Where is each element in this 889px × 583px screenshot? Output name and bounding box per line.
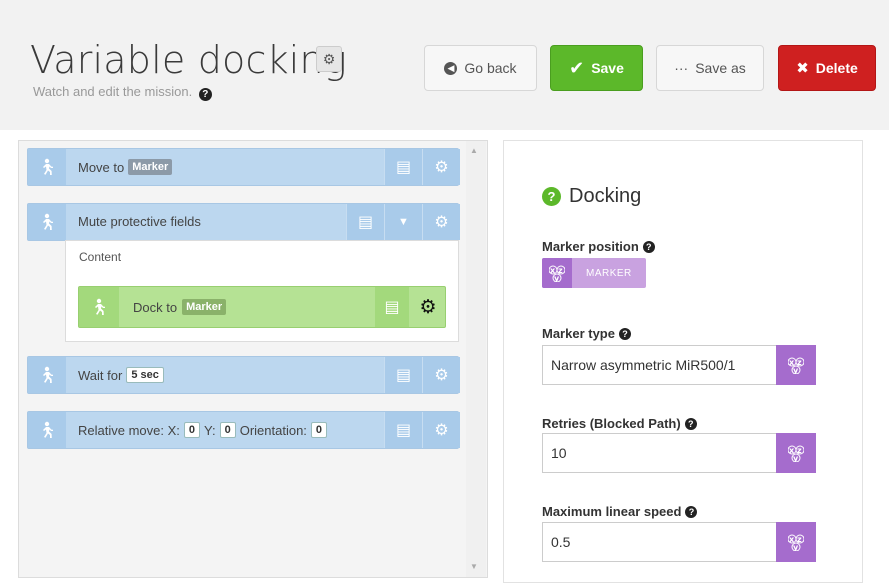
param-pill[interactable]: Marker (182, 299, 227, 315)
row-label-text: Wait for (78, 367, 123, 383)
x-icon: ✖ (796, 60, 809, 77)
label-text: Marker position (542, 239, 639, 254)
walking-icon[interactable] (28, 357, 66, 393)
delete-button[interactable]: ✖ Delete (778, 45, 876, 91)
help-icon[interactable]: ? (684, 417, 697, 430)
marker-type-label: Marker type ? (542, 326, 631, 341)
walking-icon[interactable] (28, 149, 66, 185)
save-as-label: Save as (695, 60, 746, 76)
y-param-pill[interactable]: 0 (219, 422, 236, 438)
ellipsis-icon: ··· (674, 60, 689, 76)
copy-icon[interactable]: ▤ (375, 287, 409, 327)
marker-position-label: Marker position ? (542, 239, 655, 254)
variable-icon[interactable] (776, 522, 816, 562)
mission-row-mute-protective-fields[interactable]: Mute protective fields ▤ ▼ ⚙ (27, 203, 460, 241)
variable-icon (542, 258, 572, 288)
row-label-text: Dock to (133, 299, 178, 315)
help-icon[interactable]: ? (618, 327, 631, 340)
subtitle-text: Watch and edit the mission. (33, 84, 193, 99)
go-back-button[interactable]: ◀ Go back (424, 45, 537, 91)
gear-icon[interactable]: ⚙ (422, 149, 460, 185)
save-label: Save (591, 60, 624, 76)
help-icon[interactable]: ? (642, 240, 655, 253)
marker-button-text: MARKER (586, 267, 632, 279)
marker-position-button[interactable]: MARKER (542, 258, 646, 288)
label-text: Maximum linear speed (542, 504, 682, 519)
scroll-up-icon[interactable]: ▲ (470, 146, 478, 155)
scroll-down-icon[interactable]: ▼ (470, 562, 478, 571)
param-pill[interactable]: 5 sec (126, 367, 164, 383)
label-text: Retries (Blocked Path) (542, 416, 681, 431)
row-label: Wait for 5 sec (78, 367, 164, 383)
arrow-left-icon: ◀ (444, 61, 458, 75)
gear-icon[interactable]: ⚙ (422, 357, 460, 393)
row-label: Move to Marker (78, 159, 173, 175)
walking-icon[interactable] (28, 412, 66, 448)
settings-title: ? Docking (542, 185, 641, 208)
save-button[interactable]: ✔ Save (550, 45, 643, 91)
content-label: Content (79, 250, 122, 264)
copy-icon[interactable]: ▤ (384, 357, 422, 393)
scrollbar[interactable] (466, 141, 486, 577)
variable-icon[interactable] (776, 345, 816, 385)
mission-row-relative-move[interactable]: Relative move: X: 0 Y: 0 Orientation: 0 … (27, 411, 460, 449)
mission-row-move-to[interactable]: Move to Marker ▤ ⚙ (27, 148, 460, 186)
walking-icon[interactable] (28, 204, 66, 240)
gear-icon[interactable]: ⚙ (422, 412, 460, 448)
retries-field[interactable]: 10 (542, 433, 816, 473)
go-back-label: Go back (464, 60, 517, 76)
max-linear-speed-field[interactable]: 0.5 (542, 522, 816, 562)
help-icon[interactable]: ? (198, 88, 212, 101)
row-label-text: Move to (78, 159, 125, 175)
row-label: Relative move: X: 0 Y: 0 Orientation: 0 (78, 422, 328, 438)
retries-label: Retries (Blocked Path) ? (542, 416, 697, 431)
help-icon[interactable]: ? (685, 505, 698, 518)
checkmark-icon: ✔ (569, 57, 585, 78)
row-label: Mute protective fields (78, 214, 201, 229)
mission-row-dock-to[interactable]: Dock to Marker ▤ ⚙ (78, 286, 446, 328)
copy-icon[interactable]: ▤ (346, 204, 384, 240)
variable-icon[interactable] (776, 433, 816, 473)
orientation-param-pill[interactable]: 0 (310, 422, 328, 438)
mission-settings-gear-icon[interactable]: ⚙ (316, 46, 342, 72)
x-param-pill[interactable]: 0 (183, 422, 200, 438)
page-subtitle: Watch and edit the mission. ? (33, 84, 212, 101)
copy-icon[interactable]: ▤ (384, 149, 422, 185)
mission-row-wait-for[interactable]: Wait for 5 sec ▤ ⚙ (27, 356, 460, 394)
marker-type-field[interactable]: Narrow asymmetric MiR500/1 (542, 345, 816, 385)
max-linear-speed-label: Maximum linear speed ? (542, 504, 698, 519)
orientation-label: Orientation: (239, 422, 307, 438)
page-title: Variable docking (30, 38, 347, 82)
gear-icon[interactable]: ⚙ (422, 204, 460, 240)
row-label: Dock to Marker (133, 299, 227, 315)
settings-title-text: Docking (569, 185, 642, 207)
label-text: Marker type (542, 326, 615, 341)
help-icon[interactable]: ? (542, 187, 561, 206)
param-pill[interactable]: Marker (128, 159, 173, 175)
gear-icon[interactable]: ⚙ (411, 287, 445, 327)
copy-icon[interactable]: ▤ (384, 412, 422, 448)
save-as-button[interactable]: ··· Save as (656, 45, 764, 91)
delete-label: Delete (815, 60, 858, 76)
row-label-text: Relative move: X: (78, 422, 180, 438)
walking-icon[interactable] (79, 287, 119, 327)
y-label: Y: (204, 422, 216, 438)
collapse-chevron-icon[interactable]: ▼ (384, 204, 422, 240)
